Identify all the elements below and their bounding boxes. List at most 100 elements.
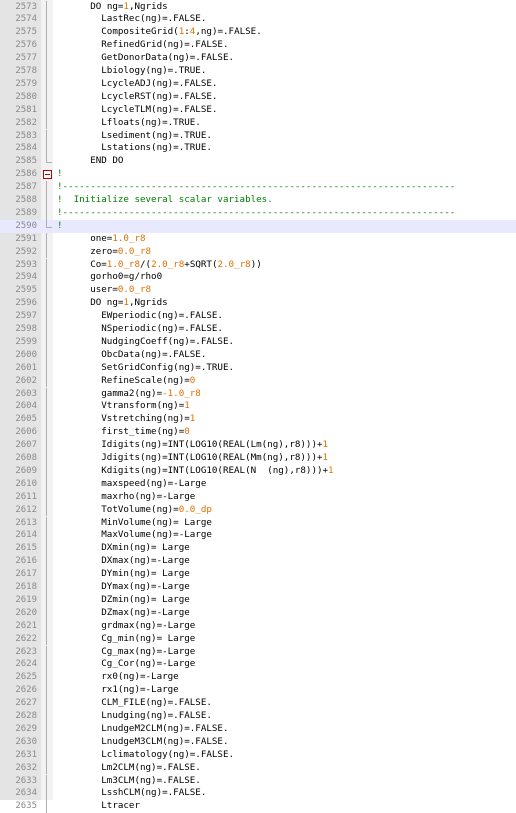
- code-line[interactable]: 2589 !-----------------------------------…: [0, 206, 516, 220]
- code-text[interactable]: !: [57, 220, 63, 233]
- code-text[interactable]: Vtransform(ng)=1: [57, 400, 190, 413]
- fold-toggle-icon[interactable]: [42, 168, 52, 181]
- code-line[interactable]: 2592 zero=0.0_r8: [0, 245, 516, 259]
- code-line[interactable]: 2583 Lsediment(ng)=.TRUE.: [0, 129, 516, 143]
- code-line[interactable]: 2628 Lnudging(ng)=.FALSE.: [0, 710, 516, 723]
- code-line[interactable]: 2580 LcycleRST(ng)=.FALSE.: [0, 90, 516, 104]
- code-line[interactable]: 2627 CLM_FILE(ng)=.FALSE.: [0, 697, 516, 710]
- code-line[interactable]: 2579 LcycleADJ(ng)=.FALSE.: [0, 77, 516, 91]
- code-line[interactable]: 2624 Cg_Cor(ng)=-Large: [0, 658, 516, 672]
- code-text[interactable]: zero=0.0_r8: [57, 246, 151, 259]
- code-text[interactable]: rx0(ng)=-Large: [57, 671, 178, 684]
- code-text[interactable]: Idigits(ng)=INT(LOG10(REAL(Lm(ng),r8)))+…: [57, 439, 328, 452]
- code-line[interactable]: 2619 DZmin(ng)= Large: [0, 593, 516, 607]
- code-text[interactable]: Lm3CLM(ng)=.FALSE.: [57, 775, 201, 788]
- code-line[interactable]: 2601 SetGridConfig(ng)=.TRUE.: [0, 361, 516, 375]
- code-text[interactable]: rx1(ng)=-Large: [57, 684, 178, 697]
- code-text[interactable]: TotVolume(ng)=0.0_dp: [57, 504, 212, 517]
- code-text[interactable]: RefineScale(ng)=0: [57, 375, 195, 388]
- code-text[interactable]: LsshCLM(ng)=.FALSE.: [57, 787, 206, 800]
- code-text[interactable]: Lbiology(ng)=.TRUE.: [57, 65, 206, 78]
- code-text[interactable]: NudgingCoeff(ng)=.FALSE.: [57, 336, 234, 349]
- code-line[interactable]: 2625 rx0(ng)=-Large: [0, 671, 516, 685]
- code-text[interactable]: first_time(ng)=0: [57, 426, 190, 439]
- code-text[interactable]: Lstations(ng)=.TRUE.: [57, 142, 212, 155]
- code-line[interactable]: 2604 Vtransform(ng)=1: [0, 400, 516, 414]
- code-line[interactable]: 2629 LnudgeM2CLM(ng)=.FALSE.: [0, 722, 516, 736]
- code-line[interactable]: 2616 DXmax(ng)=-Large: [0, 555, 516, 569]
- code-line[interactable]: 2613 MinVolume(ng)= Large: [0, 516, 516, 530]
- code-text[interactable]: Co=1.0_r8/(2.0_r8+SQRT(2.0_r8)): [57, 259, 262, 272]
- code-text[interactable]: DXmin(ng)= Large: [57, 542, 190, 555]
- code-text[interactable]: ObcData(ng)=.FALSE.: [57, 349, 206, 362]
- code-text[interactable]: Lm2CLM(ng)=.FALSE.: [57, 762, 201, 775]
- code-text[interactable]: RefinedGrid(ng)=.FALSE.: [57, 39, 228, 52]
- code-text[interactable]: !---------------------------------------…: [57, 207, 455, 220]
- code-text[interactable]: CLM_FILE(ng)=.FALSE.: [57, 697, 212, 710]
- code-line[interactable]: 2575 CompositeGrid(1:4,ng)=.FALSE.: [0, 26, 516, 40]
- code-text[interactable]: grdmax(ng)=-Large: [57, 620, 195, 633]
- code-text[interactable]: Lsediment(ng)=.TRUE.: [57, 130, 212, 143]
- code-text[interactable]: one=1.0_r8: [57, 233, 145, 246]
- code-text[interactable]: Lfloats(ng)=.TRUE.: [57, 117, 201, 130]
- code-line[interactable]: 2607 Idigits(ng)=INT(LOG10(REAL(Lm(ng),r…: [0, 439, 516, 452]
- code-text[interactable]: Jdigits(ng)=INT(LOG10(REAL(Mm(ng),r8)))+…: [57, 452, 328, 465]
- code-line[interactable]: 2620 DZmax(ng)=-Large: [0, 606, 516, 620]
- code-line[interactable]: 2632 Lm2CLM(ng)=.FALSE.: [0, 761, 516, 775]
- code-text[interactable]: maxspeed(ng)=-Large: [57, 478, 206, 491]
- code-text[interactable]: Ltracer: [57, 800, 140, 813]
- code-line[interactable]: 2623 Cg_max(ng)=-Large: [0, 645, 516, 659]
- code-text[interactable]: LcycleRST(ng)=.FALSE.: [57, 91, 217, 104]
- code-text[interactable]: DZmin(ng)= Large: [57, 594, 190, 607]
- code-text[interactable]: DYmin(ng)= Large: [57, 568, 190, 581]
- code-line[interactable]: 2599 NudgingCoeff(ng)=.FALSE.: [0, 335, 516, 349]
- code-line[interactable]: 2631 Lclimatology(ng)=.FALSE.: [0, 748, 516, 762]
- code-line[interactable]: 2630 LnudgeM3CLM(ng)=.FALSE.: [0, 735, 516, 749]
- code-line[interactable]: 2605 Vstretching(ng)=1: [0, 413, 516, 427]
- code-text[interactable]: DXmax(ng)=-Large: [57, 555, 190, 568]
- code-text[interactable]: gorho0=g/rho0: [57, 271, 162, 284]
- code-text[interactable]: !---------------------------------------…: [57, 181, 455, 194]
- code-text[interactable]: CompositeGrid(1:4,ng)=.FALSE.: [57, 26, 261, 39]
- code-text[interactable]: DYmax(ng)=-Large: [57, 581, 190, 594]
- code-line[interactable]: 2618 DYmax(ng)=-Large: [0, 581, 516, 594]
- code-line[interactable]: 2610 maxspeed(ng)=-Large: [0, 477, 516, 491]
- code-editor[interactable]: 2573 DO ng=1,Ngrids 2574 LastRec(ng)=.FAL…: [0, 0, 516, 813]
- code-text[interactable]: DZmax(ng)=-Large: [57, 607, 190, 620]
- code-text[interactable]: DO ng=1,Ngrids: [57, 297, 167, 310]
- code-text[interactable]: LnudgeM2CLM(ng)=.FALSE.: [57, 723, 228, 736]
- code-line[interactable]: 2578 Lbiology(ng)=.TRUE.: [0, 65, 516, 78]
- code-line[interactable]: 2598 NSperiodic(ng)=.FALSE.: [0, 323, 516, 336]
- code-text[interactable]: GetDonorData(ng)=.FALSE.: [57, 52, 234, 65]
- code-line[interactable]: 2576 RefinedGrid(ng)=.FALSE.: [0, 39, 516, 53]
- code-line[interactable]: 2621 grdmax(ng)=-Large: [0, 619, 516, 633]
- code-text[interactable]: Vstretching(ng)=1: [57, 413, 195, 426]
- code-line[interactable]: 2611 maxrho(ng)=-Large: [0, 490, 516, 504]
- code-text[interactable]: Cg_max(ng)=-Large: [57, 646, 195, 659]
- code-line[interactable]: 2581 LcycleTLM(ng)=.FALSE.: [0, 103, 516, 117]
- code-line[interactable]: 2626 rx1(ng)=-Large: [0, 684, 516, 698]
- code-text[interactable]: Lclimatology(ng)=.FALSE.: [57, 749, 234, 762]
- code-line[interactable]: 2573 DO ng=1,Ngrids: [0, 0, 516, 14]
- code-line[interactable]: 2593 Co=1.0_r8/(2.0_r8+SQRT(2.0_r8)): [0, 258, 516, 272]
- code-line[interactable]: 2609 Kdigits(ng)=INT(LOG10(REAL(N (ng),r…: [0, 464, 516, 478]
- code-line[interactable]: 2633 Lm3CLM(ng)=.FALSE.: [0, 774, 516, 788]
- code-text[interactable]: LastRec(ng)=.FALSE.: [57, 13, 206, 26]
- code-line[interactable]: 2600 ObcData(ng)=.FALSE.: [0, 348, 516, 362]
- code-line[interactable]: 2587 !-----------------------------------…: [0, 181, 516, 194]
- code-text[interactable]: Lnudging(ng)=.FALSE.: [57, 710, 212, 723]
- code-text[interactable]: SetGridConfig(ng)=.TRUE.: [57, 362, 234, 375]
- code-line[interactable]: 2588 ! Initialize several scalar variable…: [0, 194, 516, 207]
- code-line[interactable]: 2594 gorho0=g/rho0: [0, 271, 516, 285]
- code-line[interactable]: 2591 one=1.0_r8: [0, 232, 516, 246]
- code-line[interactable]: 2634 LsshCLM(ng)=.FALSE.: [0, 787, 516, 801]
- code-text[interactable]: MaxVolume(ng)=-Large: [57, 529, 212, 542]
- code-text[interactable]: EWperiodic(ng)=.FALSE.: [57, 310, 223, 323]
- code-text[interactable]: NSperiodic(ng)=.FALSE.: [57, 323, 223, 336]
- code-line[interactable]: 2635 Ltracer: [0, 800, 516, 813]
- code-text[interactable]: !: [57, 168, 63, 181]
- code-line[interactable]: 2574 LastRec(ng)=.FALSE.: [0, 13, 516, 27]
- code-line[interactable]: 2603 gamma2(ng)=-1.0_r8: [0, 387, 516, 401]
- code-line[interactable]: 2586!: [0, 168, 516, 181]
- code-line[interactable]: 2577 GetDonorData(ng)=.FALSE.: [0, 52, 516, 65]
